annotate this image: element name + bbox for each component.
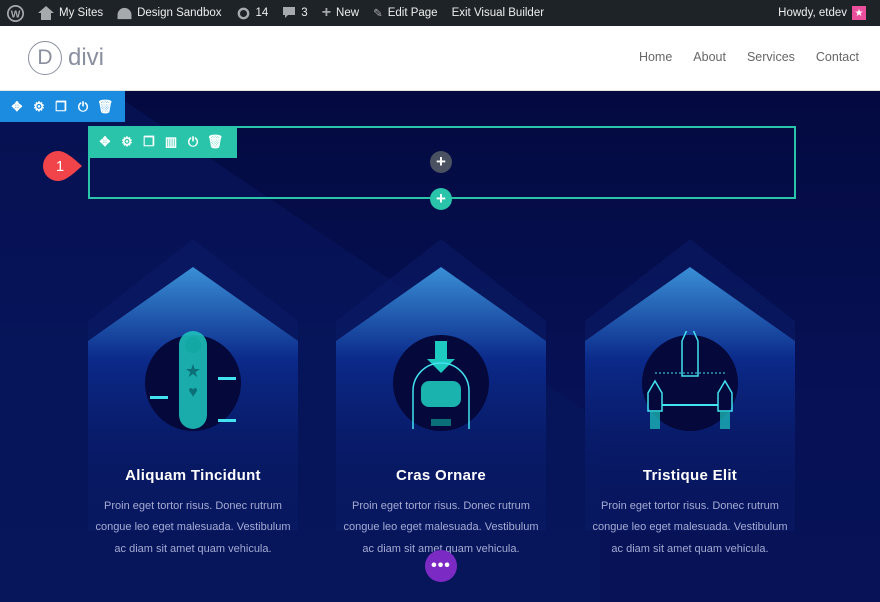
blurb-card[interactable]: Tristique Elit Proin eget tortor risus. …: [570, 231, 810, 602]
nav-contact[interactable]: Contact: [816, 50, 859, 64]
plus-icon: +: [321, 4, 332, 21]
edit-page-label: Edit Page: [387, 7, 438, 19]
columns-icon[interactable]: ▥: [160, 131, 182, 153]
exit-visual-builder-button[interactable]: Exit Visual Builder: [445, 0, 551, 26]
rockets-icon: [642, 331, 738, 431]
trash-icon[interactable]: 🗑: [204, 131, 226, 153]
updates-button[interactable]: 14: [229, 0, 276, 26]
move-icon[interactable]: ✥: [94, 131, 116, 153]
site-logo[interactable]: Ddivi: [28, 41, 104, 75]
nav-about[interactable]: About: [693, 50, 726, 64]
wordpress-logo-button[interactable]: W: [0, 0, 31, 26]
row-toolbar: ✥ ⚙ ❐ ▥ ⏻ 🗑: [88, 126, 237, 158]
admin-bar: W My Sites Design Sandbox 14 3 + New ✎ Edi…: [0, 0, 880, 26]
move-icon[interactable]: ✥: [6, 96, 28, 118]
svg-text:★: ★: [185, 361, 201, 381]
howdy-label: Howdy, etdev: [778, 7, 847, 19]
pencil-icon: ✎: [373, 8, 383, 20]
comment-icon: [283, 7, 296, 18]
my-sites-menu[interactable]: My Sites: [31, 0, 110, 26]
new-button[interactable]: + New: [315, 0, 366, 26]
updates-count: 14: [255, 7, 269, 19]
save-icon[interactable]: ⏻: [72, 96, 94, 118]
main-nav: Home About Services Contact: [639, 50, 859, 64]
nav-services[interactable]: Services: [747, 50, 795, 64]
site-header: Ddivi Home About Services Contact: [0, 26, 880, 91]
save-icon[interactable]: ⏻: [182, 131, 204, 153]
new-label: New: [336, 7, 360, 19]
logo-mark: D: [28, 41, 62, 75]
updates-icon: [237, 7, 249, 19]
avatar: ★: [852, 6, 866, 20]
blurb-card[interactable]: ★ ♥ Aliquam Tincidunt Proin eget tortor r…: [73, 231, 313, 602]
card-title: Aliquam Tincidunt: [125, 467, 261, 484]
duplicate-icon[interactable]: ❐: [138, 131, 160, 153]
wordpress-icon: W: [7, 4, 24, 22]
settings-icon[interactable]: ⚙: [116, 131, 138, 153]
card-text: Proin eget tortor risus. Donec rutrum co…: [95, 500, 291, 555]
site-menu[interactable]: Design Sandbox: [110, 0, 228, 26]
sites-icon: [38, 6, 54, 20]
card-text: Proin eget tortor risus. Donec rutrum co…: [592, 500, 788, 555]
card-title: Cras Ornare: [395, 467, 486, 484]
logo-text: divi: [68, 44, 105, 71]
svg-text:W: W: [11, 9, 21, 20]
row[interactable]: ✥ ⚙ ❐ ▥ ⏻ 🗑 + +: [88, 126, 796, 210]
exit-label: Exit Visual Builder: [451, 7, 545, 19]
section-toolbar: ✥ ⚙ ❐ ⏻ 🗑: [0, 91, 125, 122]
dashboard-icon: [117, 7, 132, 19]
app-scroll-icon: ★♥: [145, 331, 241, 431]
badge-number: 1: [56, 158, 64, 175]
nav-home[interactable]: Home: [639, 50, 672, 64]
comments-button[interactable]: 3: [275, 0, 314, 26]
step-badge: 1: [43, 151, 82, 181]
card-title: Tristique Elit: [642, 467, 738, 484]
more-options-button[interactable]: •••: [425, 550, 457, 582]
add-module-button[interactable]: +: [430, 151, 452, 173]
site-label: Design Sandbox: [137, 7, 222, 19]
blurb-card[interactable]: Cras Ornare Proin eget tortor risus. Don…: [321, 231, 561, 602]
settings-icon[interactable]: ⚙: [28, 96, 50, 118]
edit-page-button[interactable]: ✎ Edit Page: [366, 0, 445, 26]
trash-icon[interactable]: 🗑: [94, 96, 116, 118]
my-sites-label: My Sites: [59, 7, 104, 19]
section: ★ ♥ Aliquam Tincidunt Proin eget tortor r…: [0, 91, 880, 602]
user-menu[interactable]: Howdy, etdev ★: [778, 6, 880, 20]
astronaut-icon: [393, 335, 489, 431]
comments-count: 3: [301, 7, 308, 19]
svg-text:♥: ♥: [188, 384, 198, 401]
duplicate-icon[interactable]: ❐: [50, 96, 72, 118]
add-row-button[interactable]: +: [430, 188, 452, 210]
